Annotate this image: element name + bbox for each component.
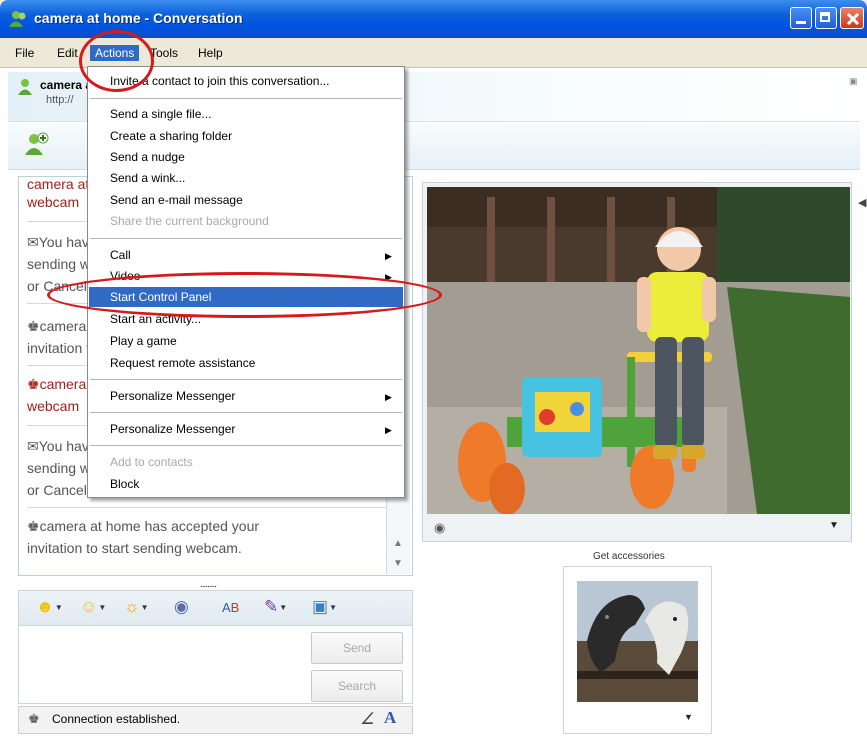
header-collapse-icon[interactable]: ▣ — [849, 76, 858, 87]
nudge-icon[interactable]: ◉ — [174, 597, 189, 617]
menu-item-share-background: Share the current background — [110, 214, 269, 228]
menu-help[interactable]: Help — [193, 45, 228, 61]
minimize-icon[interactable] — [790, 7, 812, 29]
webcam-icon: ♚ — [27, 318, 40, 334]
annotation-ellipse — [47, 272, 442, 318]
contact-url: http:// — [46, 94, 74, 106]
menu-item-block[interactable]: Block — [110, 477, 139, 491]
menu-separator — [90, 98, 402, 99]
history-line: invitation to start sending webcam. — [27, 540, 242, 556]
menu-item-remote-assistance[interactable]: Request remote assistance — [110, 356, 255, 370]
menu-separator — [90, 379, 402, 380]
webcam-video — [427, 187, 850, 514]
menu-item-wink[interactable]: Send a wink... — [110, 171, 185, 185]
email-icon: ✉ — [27, 438, 39, 454]
formatting-toolbar — [18, 590, 413, 626]
status-text: Connection established. — [52, 712, 181, 726]
messenger-icon — [8, 10, 28, 28]
history-separator — [27, 507, 397, 508]
webcam-icon: ♚ — [27, 518, 40, 534]
menu-separator — [90, 412, 402, 413]
display-picture[interactable] — [577, 581, 698, 702]
menu-item-add-to-contacts: Add to contacts — [110, 455, 193, 469]
buddy-icon — [18, 78, 36, 99]
dropdown-arrow-icon[interactable]: ▼ — [684, 712, 693, 722]
invite-icon[interactable] — [24, 132, 50, 159]
menu-item-personalize[interactable]: Personalize Messenger — [110, 389, 235, 403]
dropdown-arrow-icon[interactable]: ▼ — [829, 520, 839, 531]
color-brush-icon[interactable]: ✎▼ — [264, 597, 287, 617]
close-icon[interactable] — [840, 7, 864, 29]
send-button[interactable]: Send — [311, 632, 403, 664]
email-icon: ✉ — [27, 234, 39, 250]
text-style-icon[interactable]: A — [384, 708, 396, 728]
webcam-icon: ♚ — [27, 376, 40, 392]
webcam-icon[interactable]: ◉ — [434, 520, 445, 536]
menu-file[interactable]: File — [10, 45, 39, 61]
submenu-arrow-icon: ▶ — [385, 251, 392, 261]
maximize-icon[interactable] — [815, 7, 837, 29]
submenu-arrow-icon: ▶ — [385, 425, 392, 435]
menu-item-call[interactable]: Call — [110, 248, 131, 262]
menu-item-sharing-folder[interactable]: Create a sharing folder — [110, 129, 232, 143]
scroll-up-icon[interactable]: ▲ — [393, 538, 403, 549]
scroll-down-icon[interactable]: ▼ — [393, 558, 403, 569]
splitter-grip[interactable]: ......... — [200, 579, 217, 590]
history-line: ♚camera at home has accepted your — [27, 518, 260, 534]
handwriting-icon[interactable]: ∠ — [360, 709, 374, 729]
menu-item-nudge[interactable]: Send a nudge — [110, 150, 185, 164]
get-accessories-link[interactable]: Get accessories — [593, 551, 665, 562]
menu-item-email[interactable]: Send an e-mail message — [110, 193, 243, 207]
voice-clip-icon[interactable]: ☼▼ — [124, 597, 149, 617]
search-button[interactable]: Search — [311, 670, 403, 702]
window-title: camera at home - Conversation — [34, 10, 243, 26]
menu-item-play-game[interactable]: Play a game — [110, 334, 177, 348]
emoticon-icon[interactable]: ☻▼ — [36, 597, 63, 617]
menu-item-personalize[interactable]: Personalize Messenger — [110, 422, 235, 436]
submenu-arrow-icon: ▶ — [385, 392, 392, 402]
webcam-icon: ♚ — [28, 711, 40, 726]
font-icon[interactable]: AB — [222, 600, 239, 615]
menu-item-send-file[interactable]: Send a single file... — [110, 107, 211, 121]
collapse-arrow-icon[interactable]: ◀ — [858, 196, 866, 209]
background-icon[interactable]: ▣▼ — [312, 597, 337, 617]
annotation-circle — [79, 30, 154, 92]
wink-icon[interactable]: ☺▼ — [80, 597, 106, 617]
menu-separator — [90, 238, 402, 239]
menu-separator — [90, 445, 402, 446]
